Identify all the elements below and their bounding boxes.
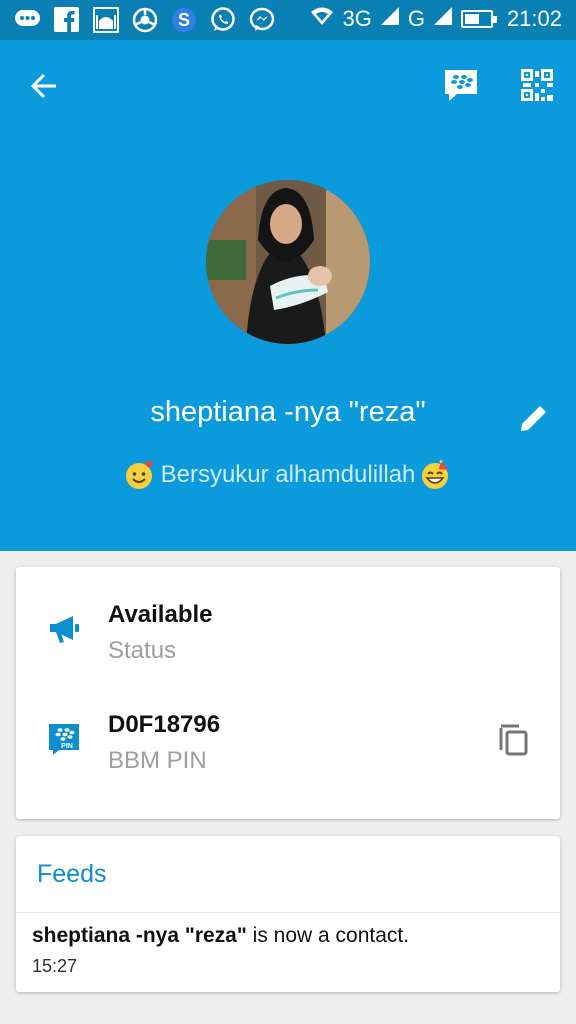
bbm-pin-icon: PIN <box>46 719 82 759</box>
feeds-divider <box>16 912 560 913</box>
feed-item[interactable]: sheptiana -nya "reza" is now a contact. <box>32 924 409 948</box>
smiling-heart-emoji-icon <box>125 460 155 490</box>
feeds-card: Feeds sheptiana -nya "reza" is now a con… <box>16 836 560 992</box>
chat-button[interactable] <box>438 62 484 108</box>
display-name: sheptiana -nya "reza" <box>150 396 426 428</box>
party-emoji-icon <box>421 460 451 490</box>
availability-row[interactable]: Available Status <box>16 589 560 669</box>
qr-code-icon <box>521 69 553 101</box>
copy-icon <box>499 724 528 756</box>
availability-label: Status <box>108 637 177 664</box>
feed-item-text: is now a contact. <box>252 924 410 947</box>
edit-button[interactable] <box>512 396 556 440</box>
bbm-chat-icon <box>445 70 477 101</box>
clock: 21:02 <box>506 6 562 31</box>
status-message-text: Bersyukur alhamdulillah <box>160 461 416 488</box>
signal-icon <box>380 6 400 32</box>
wifi-icon <box>310 6 334 32</box>
qr-code-button[interactable] <box>514 62 560 108</box>
feeds-title: Feeds <box>37 860 107 888</box>
network-type-1: 3G <box>342 6 372 31</box>
chrome-icon <box>131 6 158 33</box>
signal-icon-2 <box>433 6 453 32</box>
megaphone-icon <box>46 609 82 649</box>
status-bar: S 3G G 21:02 <box>0 0 576 40</box>
whatsapp-icon <box>209 6 236 33</box>
facebook-icon <box>53 6 80 33</box>
pin-row[interactable]: PIN D0F18796 BBM PIN <box>16 699 560 779</box>
feed-item-time: 15:27 <box>32 956 78 976</box>
arrow-left-icon <box>30 73 56 99</box>
battery-level <box>464 14 479 24</box>
pin-label: BBM PIN <box>108 747 207 774</box>
profile-header: sheptiana -nya "reza" Bersyukur alhamdul… <box>0 40 576 551</box>
messenger-icon <box>248 6 275 33</box>
skype-icon: S <box>170 6 197 33</box>
chat-bubble-icon <box>14 6 41 33</box>
svg-text:PIN: PIN <box>61 743 73 750</box>
info-card: Available Status PIN D0F18796 BBM PIN <box>16 567 560 819</box>
pencil-icon <box>521 403 549 431</box>
battery-icon <box>460 10 497 28</box>
back-button[interactable] <box>22 64 66 108</box>
avatar[interactable] <box>206 180 370 344</box>
network-type-2: G <box>407 6 425 31</box>
availability-value: Available <box>108 601 213 628</box>
copy-pin-button[interactable] <box>492 717 536 761</box>
status-message: Bersyukur alhamdulillah <box>0 460 576 490</box>
profile-photo <box>206 180 370 344</box>
svg-text:S: S <box>177 10 189 30</box>
pin-value: D0F18796 <box>108 711 221 738</box>
notification-icons: S <box>14 6 275 33</box>
mosque-icon <box>92 6 119 33</box>
system-indicators: 3G G 21:02 <box>310 6 562 32</box>
feed-item-name: sheptiana -nya "reza" <box>32 924 247 947</box>
